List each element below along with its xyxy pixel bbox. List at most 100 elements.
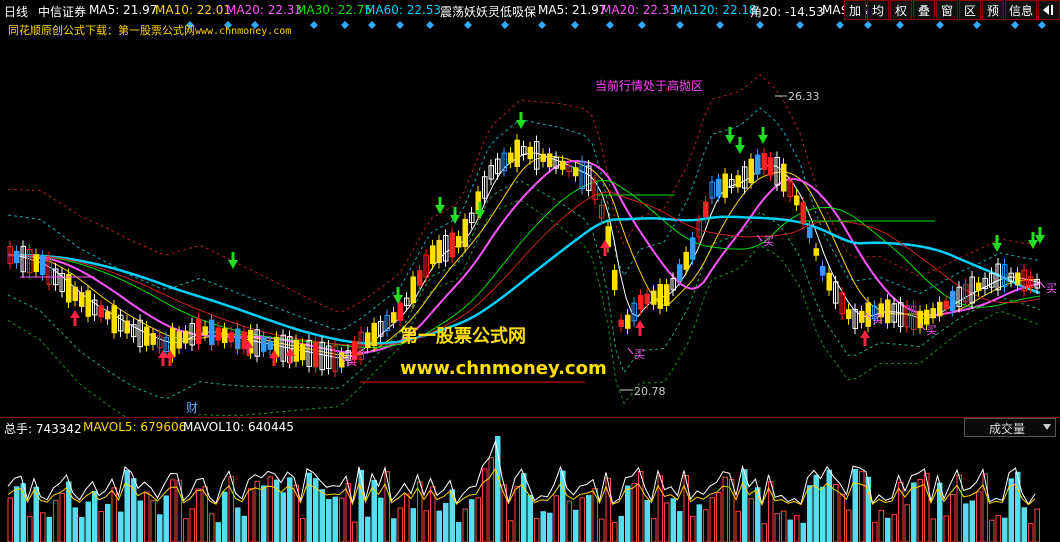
average-button[interactable]: 均 bbox=[867, 0, 889, 20]
sell-arrow-stem bbox=[478, 202, 482, 210]
volume-chart[interactable] bbox=[0, 436, 1060, 542]
signal-diamond-icon bbox=[368, 21, 376, 29]
candle-body bbox=[85, 290, 91, 317]
sell-arrow-icon bbox=[228, 260, 238, 269]
candle-body bbox=[449, 232, 455, 258]
candle-body bbox=[703, 201, 709, 218]
volume-bar bbox=[1028, 523, 1034, 542]
range-button[interactable]: 区 bbox=[959, 0, 981, 20]
ind-ma120-value: MA120: 22.18 bbox=[673, 3, 757, 17]
sell-arrow-icon bbox=[475, 210, 485, 219]
volume-bar bbox=[1008, 478, 1014, 542]
signal-diamond-icon bbox=[571, 21, 579, 29]
volume-bar bbox=[963, 503, 969, 542]
rights-button[interactable]: 权 bbox=[890, 0, 912, 20]
signal-diamond-icon bbox=[426, 21, 434, 29]
ma60-value: MA60: 22.53 bbox=[365, 3, 442, 17]
candle-body bbox=[33, 254, 39, 273]
volume-bar bbox=[508, 520, 514, 542]
candle-body bbox=[514, 139, 520, 168]
sell-arrow-icon bbox=[1028, 240, 1038, 249]
buy-arrow-stem bbox=[246, 348, 250, 356]
candle-body bbox=[430, 245, 436, 265]
volume-bar bbox=[618, 515, 624, 542]
candle-body bbox=[664, 284, 670, 306]
signal-diamond-icon bbox=[973, 21, 981, 29]
sell-arrow-stem bbox=[761, 127, 765, 135]
volume-bar bbox=[85, 501, 91, 542]
volume-bar bbox=[456, 522, 462, 542]
period-label[interactable]: 日线 bbox=[4, 3, 28, 20]
forecast-button[interactable]: 预 bbox=[982, 0, 1004, 20]
volume-bar bbox=[911, 482, 917, 542]
candle-body bbox=[748, 158, 754, 184]
volume-bar bbox=[846, 509, 852, 542]
exit-button[interactable] bbox=[1038, 0, 1060, 20]
volume-bar bbox=[7, 497, 13, 542]
candle-body bbox=[683, 251, 689, 270]
volume-bar bbox=[885, 517, 891, 542]
buy-arrow-stem bbox=[603, 248, 607, 256]
candle-body bbox=[215, 327, 221, 341]
volume-bar bbox=[709, 497, 715, 542]
signal-diamond-icon bbox=[936, 21, 944, 29]
volume-bar bbox=[27, 516, 33, 542]
indicator-select[interactable]: 成交量 bbox=[964, 418, 1056, 437]
volume-bar bbox=[150, 499, 156, 542]
candlestick-chart[interactable]: 当前行情处于高抛区 26.33 20.78 买买买买买买 财 第一股票公式网 w… bbox=[0, 40, 1060, 417]
candle-body bbox=[735, 175, 741, 188]
volume-bar bbox=[696, 504, 702, 542]
sell-arrow-icon bbox=[725, 135, 735, 144]
stock-name: 中信证券 bbox=[38, 5, 87, 19]
volume-bar bbox=[475, 497, 481, 542]
volume-bar bbox=[300, 518, 306, 542]
candle-body bbox=[865, 302, 871, 327]
volume-bar bbox=[547, 512, 553, 542]
candle-body bbox=[638, 294, 644, 310]
candle-body bbox=[40, 255, 46, 276]
candle-body bbox=[410, 276, 416, 304]
sell-arrow-icon bbox=[758, 135, 768, 144]
volume-bar bbox=[53, 499, 59, 542]
signal-diamond-icon bbox=[756, 21, 764, 29]
volume-bar bbox=[436, 510, 442, 542]
volume-bar bbox=[560, 470, 566, 542]
candle-body bbox=[644, 293, 650, 305]
candle-body bbox=[124, 320, 130, 334]
volume-bar bbox=[391, 518, 397, 542]
candle-body bbox=[722, 173, 728, 198]
indicator-header: 日线 中信证券 MA5: 21.97 MA10: 22.01 MA20: 22.… bbox=[0, 0, 1060, 20]
volume-bar bbox=[280, 492, 286, 542]
window-button[interactable]: 窗 bbox=[936, 0, 958, 20]
low-price-label: 20.78 bbox=[634, 385, 666, 398]
candle-body bbox=[222, 328, 228, 344]
volume-bar bbox=[235, 507, 241, 542]
volume-bar bbox=[748, 498, 754, 542]
sell-arrow-stem bbox=[995, 235, 999, 243]
financial-marker[interactable]: 财 bbox=[186, 401, 198, 415]
volume-bar bbox=[943, 515, 949, 542]
volume-bar bbox=[417, 481, 423, 542]
add-button[interactable]: 加 bbox=[844, 0, 866, 20]
signal-diamond-icon bbox=[716, 21, 724, 29]
volume-bar bbox=[1002, 517, 1008, 542]
volume-bar bbox=[794, 515, 800, 542]
info-button[interactable]: 信息 bbox=[1005, 0, 1037, 20]
candle-body bbox=[657, 283, 663, 309]
volume-bar bbox=[261, 485, 267, 542]
volume-bar bbox=[579, 497, 585, 542]
subtitle-url[interactable]: www.chnmoney.com bbox=[195, 26, 291, 37]
overlay-button[interactable]: 叠 bbox=[913, 0, 935, 20]
buy-signal-label: 买 bbox=[763, 235, 774, 248]
volume-bar bbox=[839, 493, 845, 542]
volume-bar bbox=[982, 473, 988, 542]
volume-bar bbox=[592, 488, 598, 542]
volume-bar bbox=[462, 508, 468, 542]
candle-body bbox=[677, 264, 683, 281]
volume-bar bbox=[800, 522, 806, 542]
volume-bar bbox=[904, 504, 910, 542]
candle-body bbox=[690, 237, 696, 260]
volume-bar bbox=[248, 488, 254, 542]
volume-bar bbox=[651, 517, 657, 542]
candle-body bbox=[560, 160, 566, 170]
